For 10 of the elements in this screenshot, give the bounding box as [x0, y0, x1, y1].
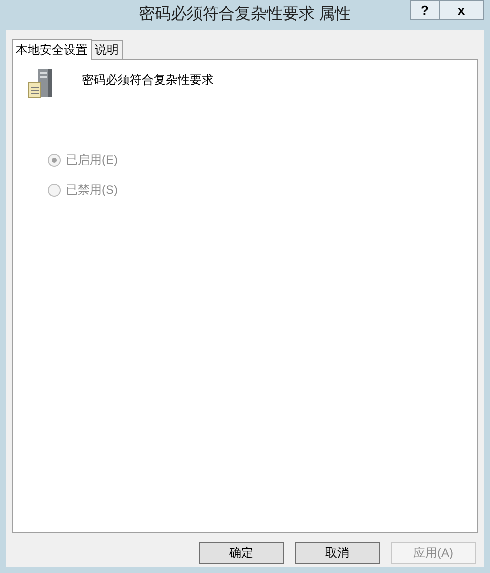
radio-label: 已启用(E) [66, 152, 118, 169]
policy-name: 密码必须符合复杂性要求 [82, 72, 214, 89]
tab[interactable]: 本地安全设置 [12, 39, 92, 60]
tab[interactable]: 说明 [92, 40, 123, 59]
dialog-button[interactable]: 确定 [199, 542, 284, 564]
window-title: 密码必须符合复杂性要求 属性 [138, 4, 352, 25]
help-button[interactable]: ? [410, 0, 440, 20]
radio-label: 已禁用(S) [66, 182, 118, 199]
close-button[interactable]: x [440, 0, 484, 20]
dialog-button[interactable]: 取消 [295, 542, 380, 564]
